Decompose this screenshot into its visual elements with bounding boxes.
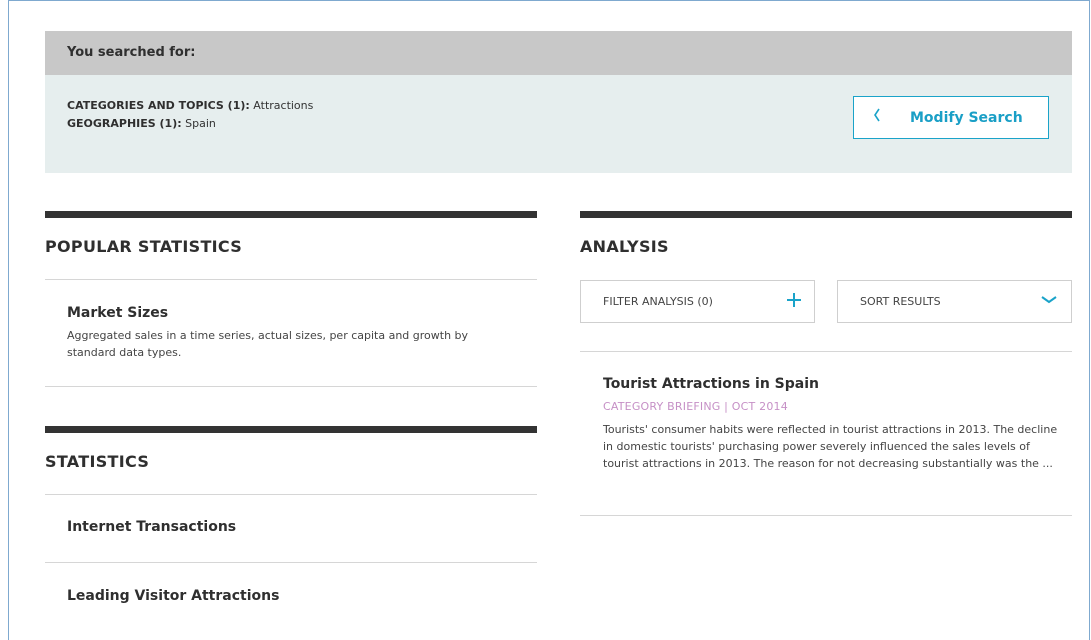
result-title-link[interactable]: Tourist Attractions in Spain — [603, 376, 819, 392]
leading-visitor-attractions-link[interactable]: Leading Visitor Attractions — [67, 588, 279, 604]
criteria-categories-value: Attractions — [253, 99, 314, 112]
search-criteria: CATEGORIES AND TOPICS (1): Attractions G… — [67, 97, 313, 133]
search-summary-header: You searched for: — [45, 31, 1072, 75]
internet-transactions-link[interactable]: Internet Transactions — [67, 519, 236, 535]
search-summary: You searched for: CATEGORIES AND TOPICS … — [45, 31, 1072, 173]
divider — [45, 562, 537, 563]
modify-search-label: Modify Search — [910, 109, 1023, 126]
modify-search-button[interactable]: Modify Search — [853, 96, 1049, 139]
statistics-heading: STATISTICS — [45, 452, 150, 471]
sort-results-dropdown[interactable]: SORT RESULTS — [837, 280, 1072, 323]
divider — [580, 515, 1072, 516]
filter-analysis-label: FILTER ANALYSIS (0) — [603, 295, 713, 308]
criteria-geographies: GEOGRAPHIES (1): Spain — [67, 115, 313, 133]
sort-results-label: SORT RESULTS — [860, 295, 941, 308]
analysis-heading: ANALYSIS — [580, 237, 669, 256]
divider — [45, 279, 537, 280]
statistics-section-bar — [45, 426, 537, 433]
market-sizes-link[interactable]: Market Sizes — [67, 305, 168, 321]
chevron-down-icon — [1041, 295, 1057, 308]
criteria-categories: CATEGORIES AND TOPICS (1): Attractions — [67, 97, 313, 115]
result-meta: CATEGORY BRIEFING | OCT 2014 — [603, 400, 788, 413]
criteria-categories-label: CATEGORIES AND TOPICS (1): — [67, 99, 250, 112]
plus-icon — [786, 292, 802, 311]
divider — [45, 386, 537, 387]
chevron-left-icon — [872, 107, 886, 128]
popular-statistics-heading: POPULAR STATISTICS — [45, 237, 243, 256]
criteria-geographies-label: GEOGRAPHIES (1): — [67, 117, 182, 130]
market-sizes-description: Aggregated sales in a time series, actua… — [67, 329, 469, 359]
popular-section-bar — [45, 211, 537, 218]
criteria-geographies-value: Spain — [185, 117, 216, 130]
divider — [45, 494, 537, 495]
filter-analysis-button[interactable]: FILTER ANALYSIS (0) — [580, 280, 815, 323]
result-snippet: Tourists' consumer habits were reflected… — [603, 423, 1058, 470]
divider — [580, 351, 1072, 352]
analysis-section-bar — [580, 211, 1072, 218]
